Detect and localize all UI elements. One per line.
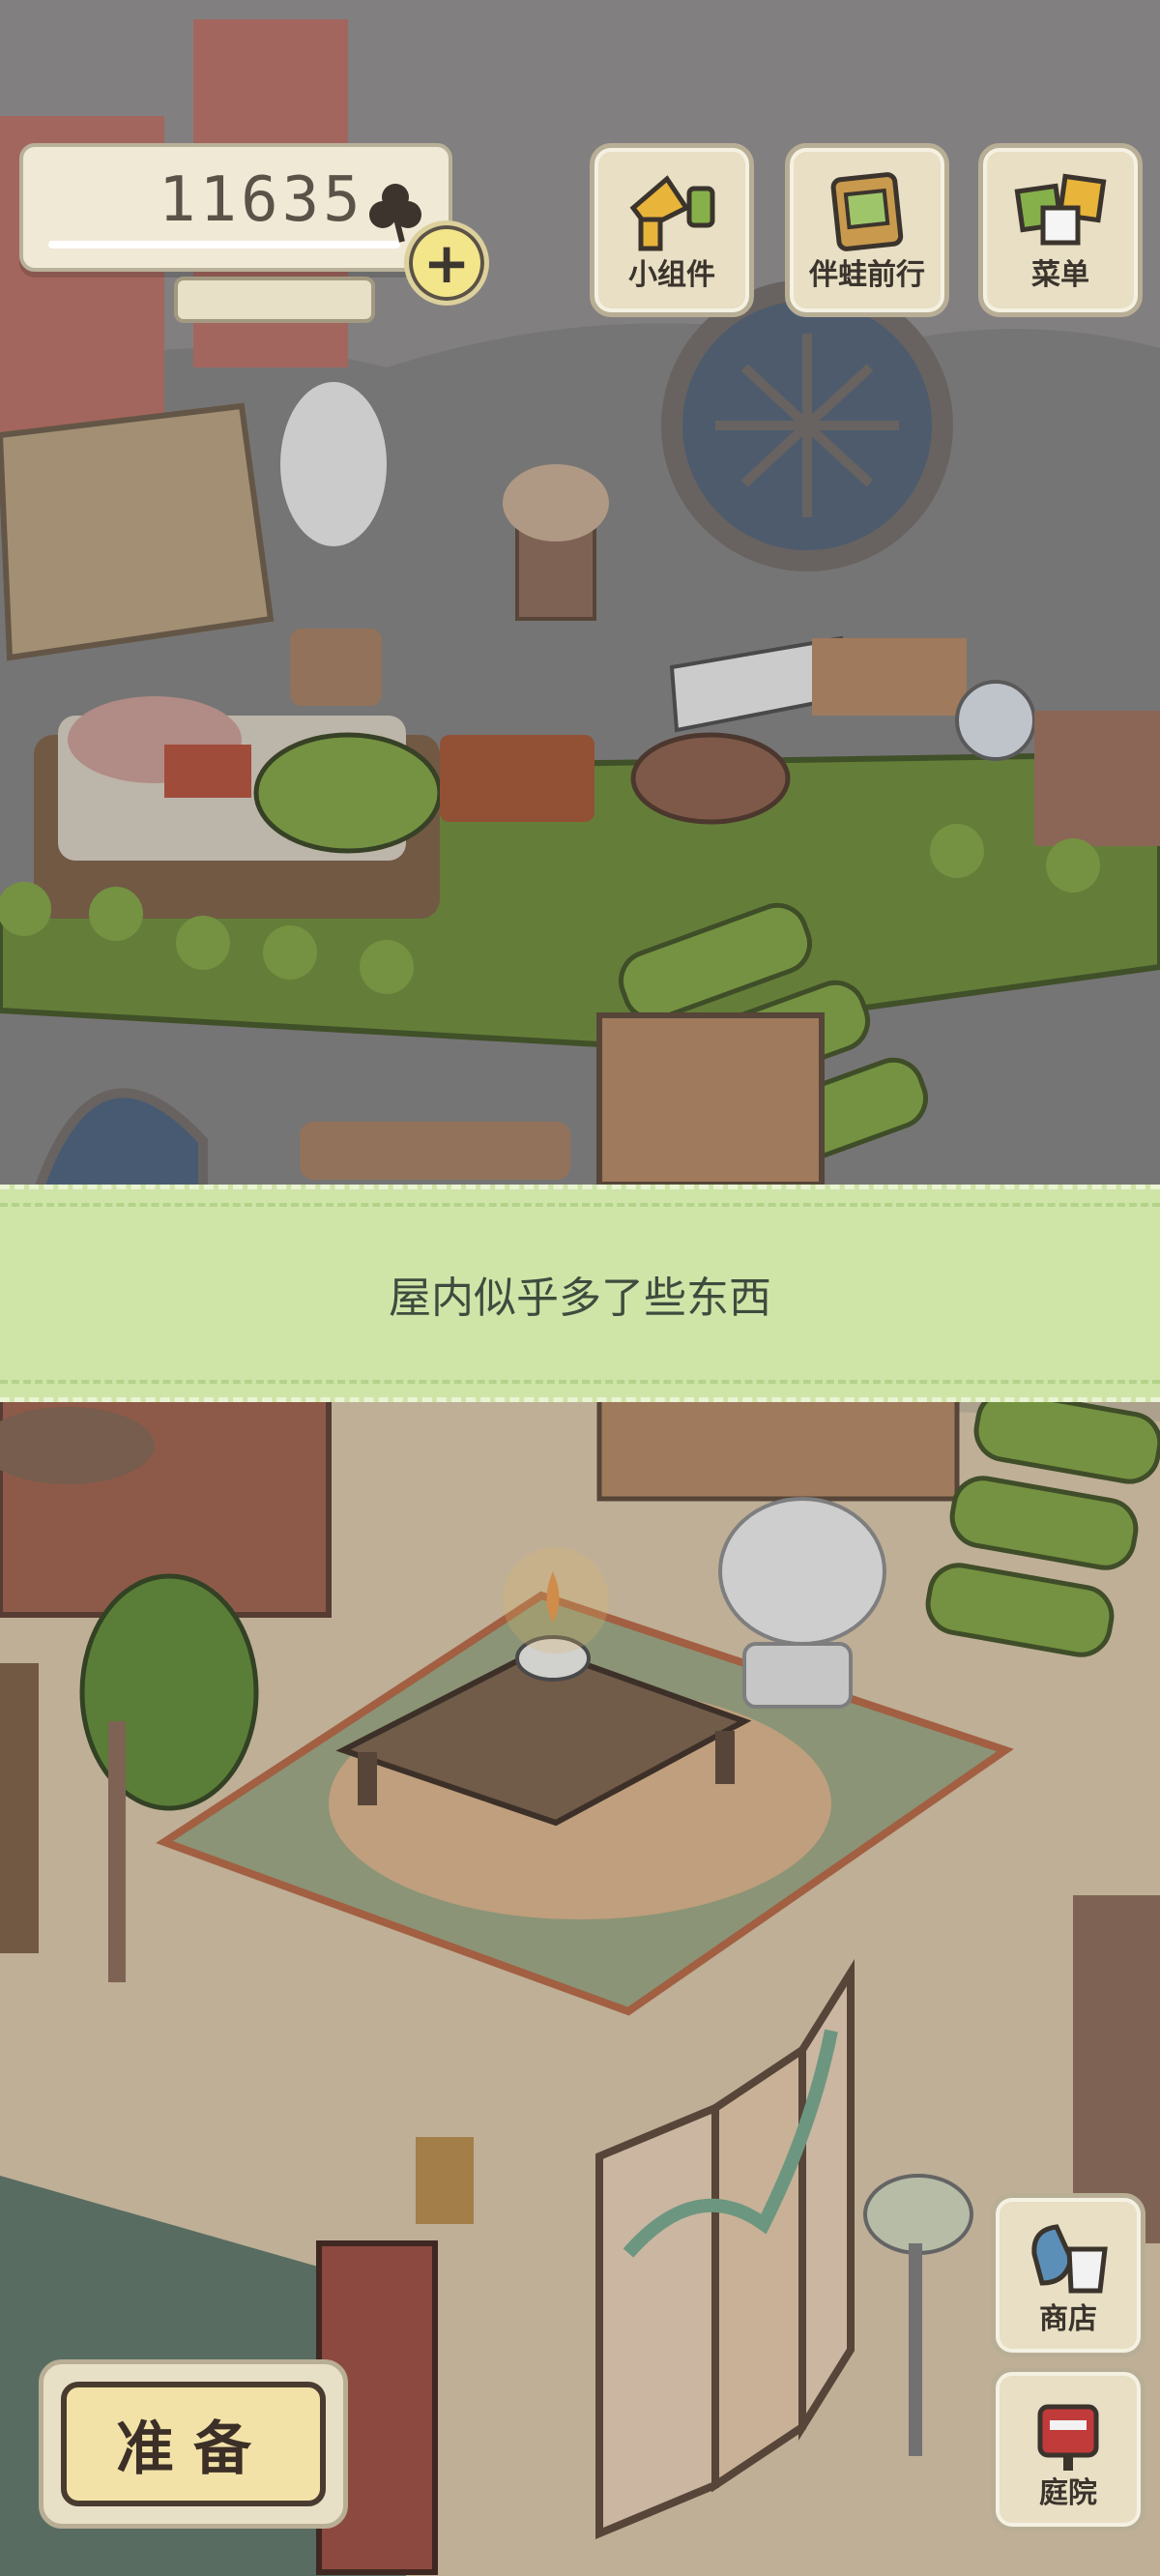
prepare-label: 准备 [116,2415,271,2483]
clover-counter: 11635 [19,143,452,272]
counter-underline [48,241,400,249]
widgets-label: 小组件 [628,258,715,292]
counter-scroll-rod [174,277,375,323]
notification-banner: 屋内似乎多了些东西 [0,1185,1160,1402]
clover-count: 11635 [159,164,364,236]
journal-icon [830,172,904,251]
yard-label: 庭院 [1039,2476,1097,2510]
shop-button[interactable]: 商店 [991,2193,1146,2357]
widgets-button[interactable]: 小组件 [590,143,754,317]
prepare-button[interactable]: 准备 [39,2359,348,2529]
widgets-icon [629,175,715,251]
plus-icon: + [422,230,471,296]
travel-with-frog-label: 伴蛙前行 [809,258,925,292]
shop-label: 商店 [1039,2302,1097,2336]
prepare-button-face: 准备 [61,2382,326,2506]
shop-bags-icon [1031,2224,1108,2294]
notification-text: 屋内似乎多了些东西 [389,1273,771,1323]
mailbox-icon [1037,2404,1099,2471]
travel-with-frog-button[interactable]: 伴蛙前行 [785,143,949,317]
menu-cards-icon [1014,173,1107,246]
menu-label: 菜单 [1031,258,1089,292]
yard-button[interactable]: 庭院 [991,2367,1146,2532]
menu-button[interactable]: 菜单 [978,143,1143,317]
add-clover-button[interactable]: + [404,220,489,306]
